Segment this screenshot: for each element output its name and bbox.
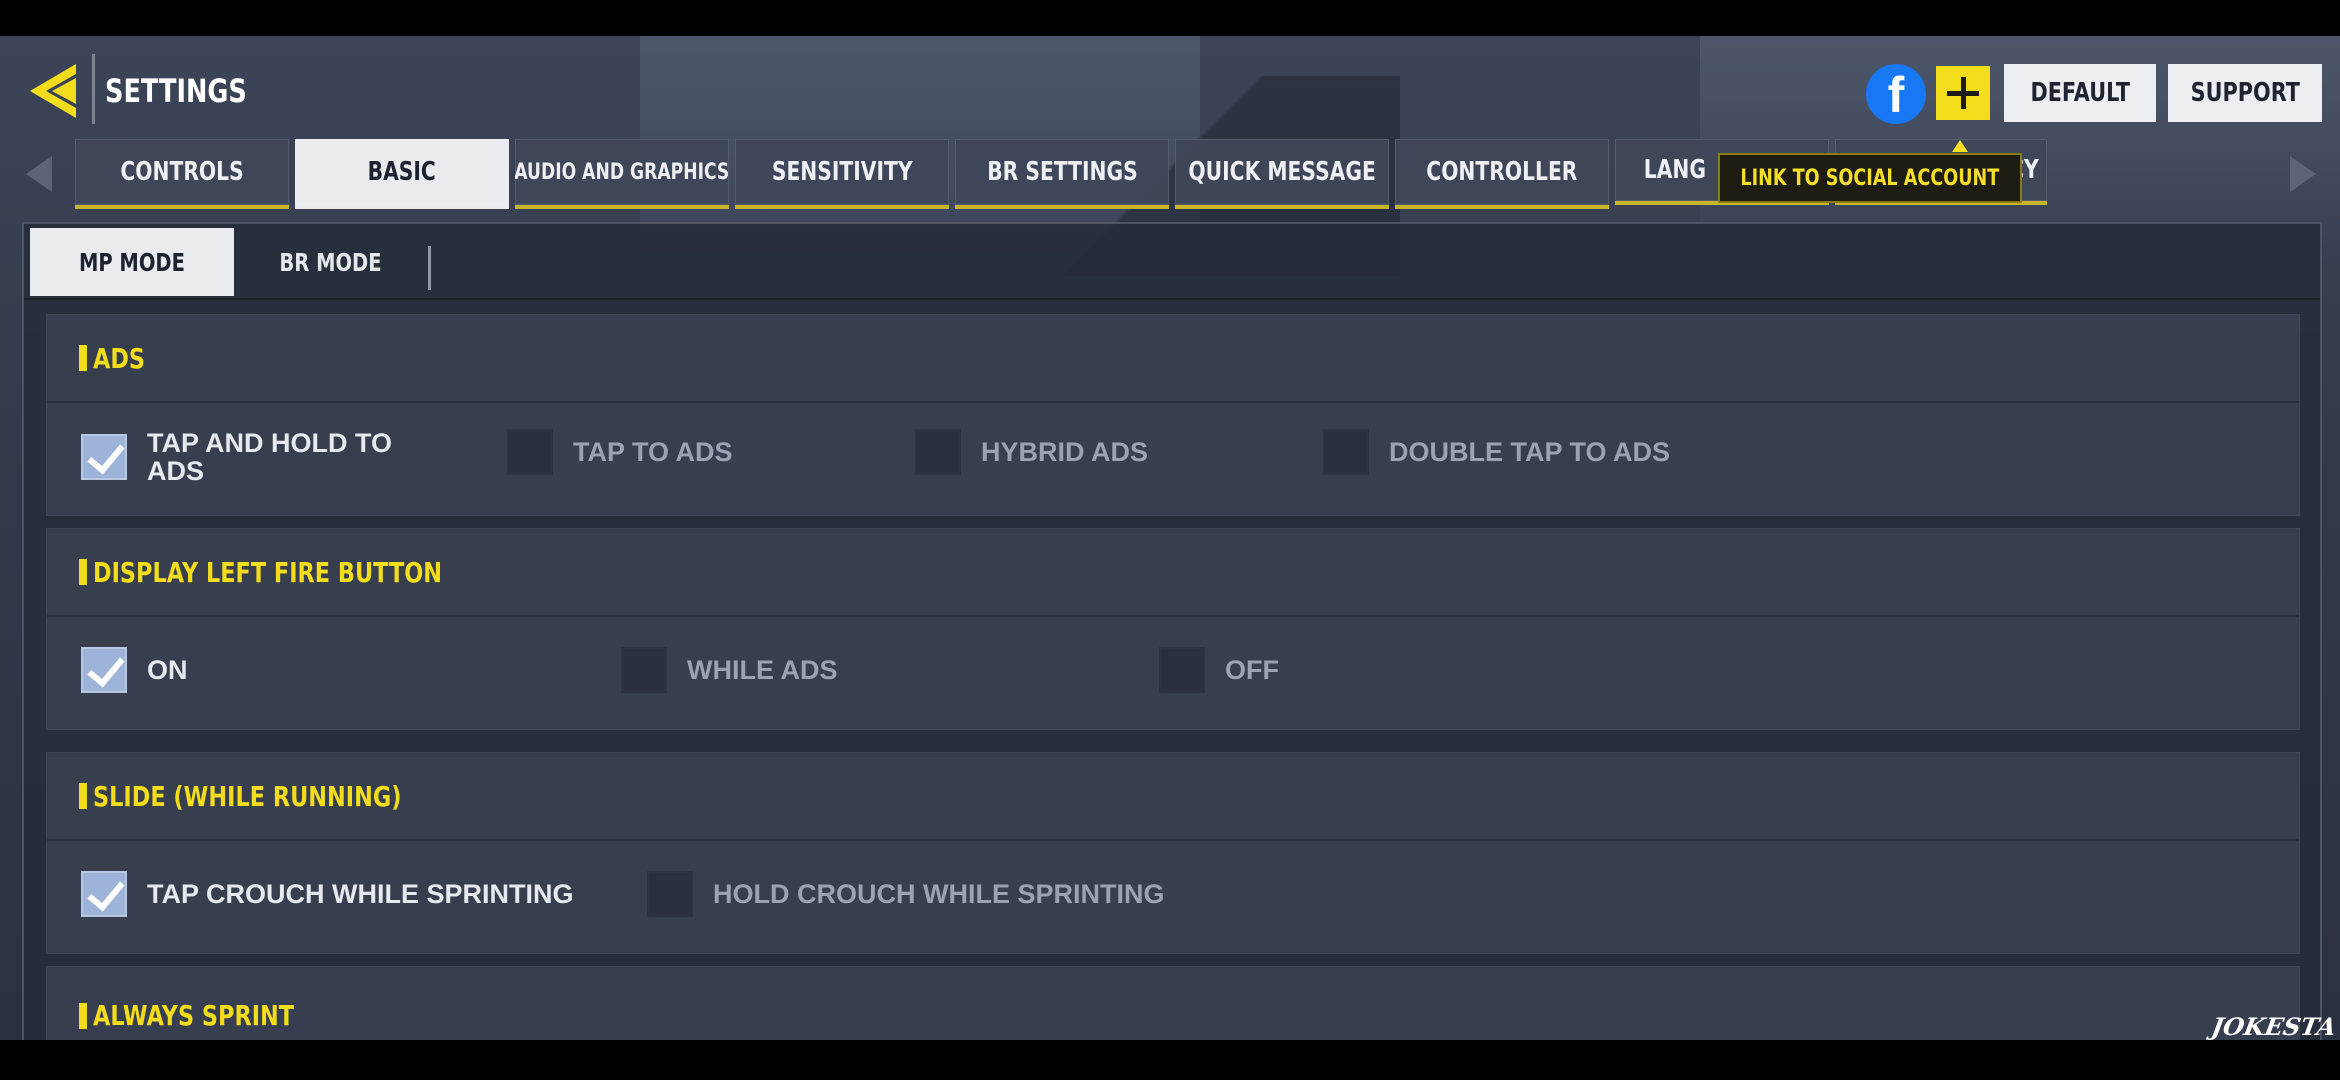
option-off[interactable]: OFF — [1159, 647, 1279, 693]
tab-scroll-left-icon[interactable] — [26, 156, 52, 192]
page-title-container: SETTINGS — [92, 54, 247, 124]
section-title: DISPLAY LEFT FIRE BUTTON — [93, 556, 443, 589]
page-title: SETTINGS — [105, 72, 247, 110]
tab-label: CONTROLLER — [1426, 157, 1578, 187]
checkbox[interactable] — [507, 429, 553, 475]
tab-label: QUICK MESSAGE — [1188, 157, 1376, 187]
section-marker — [79, 559, 87, 585]
section-ads: ADS TAP AND HOLD TO ADS TAP TO ADS HYBRI… — [46, 314, 2300, 516]
option-label: DOUBLE TAP TO ADS — [1389, 436, 1671, 467]
tooltip-pointer — [1952, 140, 1968, 152]
subtab-divider — [428, 246, 431, 290]
checkbox[interactable] — [915, 429, 961, 475]
mode-subtab-bar: MP MODE BR MODE — [24, 224, 2320, 300]
option-label: HYBRID ADS — [981, 436, 1149, 467]
subtab-label: MP MODE — [79, 247, 185, 277]
tab-label: AUDIO AND GRAPHICS — [515, 159, 729, 185]
subtab-mp-mode[interactable]: MP MODE — [30, 228, 234, 296]
tab-controls[interactable]: CONTROLS — [75, 139, 289, 209]
option-tap-and-hold-to-ads[interactable]: TAP AND HOLD TO ADS — [81, 429, 427, 485]
checkbox[interactable] — [81, 871, 127, 917]
tab-br-settings[interactable]: BR SETTINGS — [955, 139, 1169, 209]
option-label: WHILE ADS — [687, 654, 838, 685]
option-double-tap-to-ads[interactable]: DOUBLE TAP TO ADS — [1323, 429, 1670, 475]
section-header: DISPLAY LEFT FIRE BUTTON — [47, 529, 2299, 617]
social-link-tooltip: LINK TO SOCIAL ACCOUNT — [1718, 153, 2022, 203]
option-label: TAP AND HOLD TO ADS — [147, 428, 393, 486]
back-button[interactable] — [22, 58, 88, 124]
tab-label: BASIC — [367, 157, 437, 187]
section-title: ADS — [93, 342, 146, 375]
option-tap-to-ads[interactable]: TAP TO ADS — [507, 429, 733, 475]
default-button[interactable]: DEFAULT — [2004, 64, 2156, 122]
tab-sensitivity[interactable]: SENSITIVITY — [735, 139, 949, 209]
watermark-logo: JOKESTA — [2209, 1012, 2339, 1040]
game-viewport: SETTINGS f DEFAULT SUPPORT CONTROLS BASI… — [0, 36, 2340, 1040]
tab-audio-and-graphics[interactable]: AUDIO AND GRAPHICS — [515, 139, 729, 209]
checkbox[interactable] — [81, 647, 127, 693]
back-chevron-icon — [30, 64, 76, 118]
facebook-link-button[interactable]: f — [1866, 64, 1926, 124]
section-marker — [79, 345, 87, 371]
option-tap-crouch-while-sprinting[interactable]: TAP CROUCH WHILE SPRINTING — [81, 871, 574, 917]
option-hybrid-ads[interactable]: HYBRID ADS — [915, 429, 1148, 475]
option-on[interactable]: ON — [81, 647, 188, 693]
option-label: TAP TO ADS — [573, 436, 733, 467]
subtab-label: BR MODE — [278, 247, 382, 277]
tab-quick-message[interactable]: QUICK MESSAGE — [1175, 139, 1389, 209]
settings-panel: MP MODE BR MODE ADS TAP AND HOLD TO ADS … — [22, 222, 2322, 1040]
checkbox[interactable] — [81, 434, 127, 480]
section-title: SLIDE (WHILE RUNNING) — [93, 780, 402, 813]
section-slide-while-running: SLIDE (WHILE RUNNING) TAP CROUCH WHILE S… — [46, 752, 2300, 954]
section-marker — [79, 1003, 87, 1029]
support-button-label: SUPPORT — [2190, 78, 2300, 108]
checkbox[interactable] — [1323, 429, 1369, 475]
option-label: HOLD CROUCH WHILE SPRINTING — [713, 878, 1165, 909]
checkbox[interactable] — [621, 647, 667, 693]
option-label: OFF — [1225, 654, 1279, 685]
tab-scroll-right-icon[interactable] — [2290, 156, 2316, 192]
checkbox[interactable] — [647, 871, 693, 917]
facebook-icon: f — [1887, 67, 1905, 123]
subtab-br-mode[interactable]: BR MODE — [234, 228, 426, 296]
section-display-left-fire-button: DISPLAY LEFT FIRE BUTTON ON WHILE ADS OF… — [46, 528, 2300, 730]
default-button-label: DEFAULT — [2030, 78, 2130, 108]
tab-label: LANG — [1643, 155, 1707, 185]
option-while-ads[interactable]: WHILE ADS — [621, 647, 838, 693]
section-title: ALWAYS SPRINT — [93, 999, 295, 1032]
section-always-sprint: ALWAYS SPRINT — [46, 966, 2300, 1040]
option-hold-crouch-while-sprinting[interactable]: HOLD CROUCH WHILE SPRINTING — [647, 871, 1165, 917]
add-social-button[interactable] — [1936, 66, 1990, 120]
support-button[interactable]: SUPPORT — [2168, 64, 2322, 122]
tab-label: SENSITIVITY — [771, 157, 913, 187]
tooltip-text: LINK TO SOCIAL ACCOUNT — [1740, 165, 2000, 191]
tab-basic[interactable]: BASIC — [295, 139, 509, 209]
section-header: ADS — [47, 315, 2299, 403]
section-header: SLIDE (WHILE RUNNING) — [47, 753, 2299, 841]
section-marker — [79, 783, 87, 809]
tab-controller[interactable]: CONTROLLER — [1395, 139, 1609, 209]
checkbox[interactable] — [1159, 647, 1205, 693]
option-label: TAP CROUCH WHILE SPRINTING — [147, 878, 574, 909]
option-label: ON — [147, 654, 188, 685]
tab-label: BR SETTINGS — [986, 157, 1138, 187]
tab-label: CONTROLS — [120, 157, 244, 187]
